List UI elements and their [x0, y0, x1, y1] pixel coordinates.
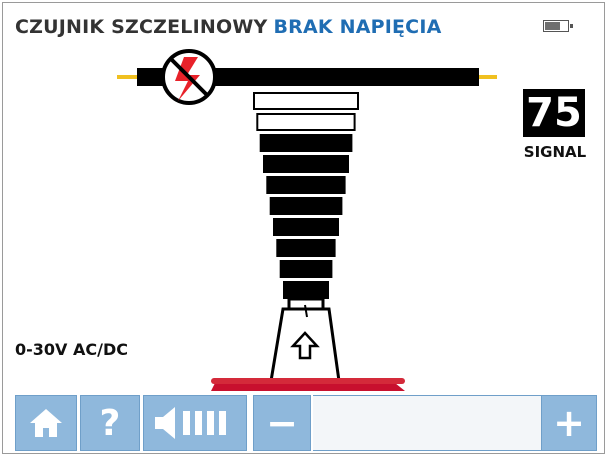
voltage-range-label: 0-30V AC/DC: [15, 340, 128, 359]
signal-label: SIGNAL: [523, 143, 587, 161]
no-voltage-icon: [161, 49, 217, 105]
signal-value: 75: [523, 89, 585, 137]
signal-bar: [276, 239, 336, 257]
signal-bar: [266, 176, 346, 194]
volume-icon: [155, 407, 226, 439]
level-slider[interactable]: [313, 395, 541, 451]
help-button[interactable]: ?: [80, 395, 140, 451]
minus-button[interactable]: −: [253, 395, 311, 451]
home-button[interactable]: [15, 395, 77, 451]
plus-button[interactable]: +: [541, 395, 597, 451]
signal-bar: [283, 281, 329, 299]
signal-bar: [253, 92, 359, 110]
home-icon: [30, 409, 62, 437]
signal-bar: [259, 134, 353, 152]
signal-bar: [263, 155, 349, 173]
signal-bar: [269, 197, 343, 215]
device-screen: CZUJNIK SZCZELINOWY BRAK NAPIĘCIA 75 SIG…: [2, 2, 605, 454]
signal-bar: [279, 260, 333, 278]
probe-base: [211, 378, 405, 391]
signal-bar: [256, 113, 356, 131]
signal-bars: [253, 92, 359, 299]
signal-bar: [273, 218, 339, 236]
toolbar: ? − +: [3, 395, 604, 453]
volume-button[interactable]: [143, 395, 247, 451]
probe-scene: [117, 49, 497, 391]
